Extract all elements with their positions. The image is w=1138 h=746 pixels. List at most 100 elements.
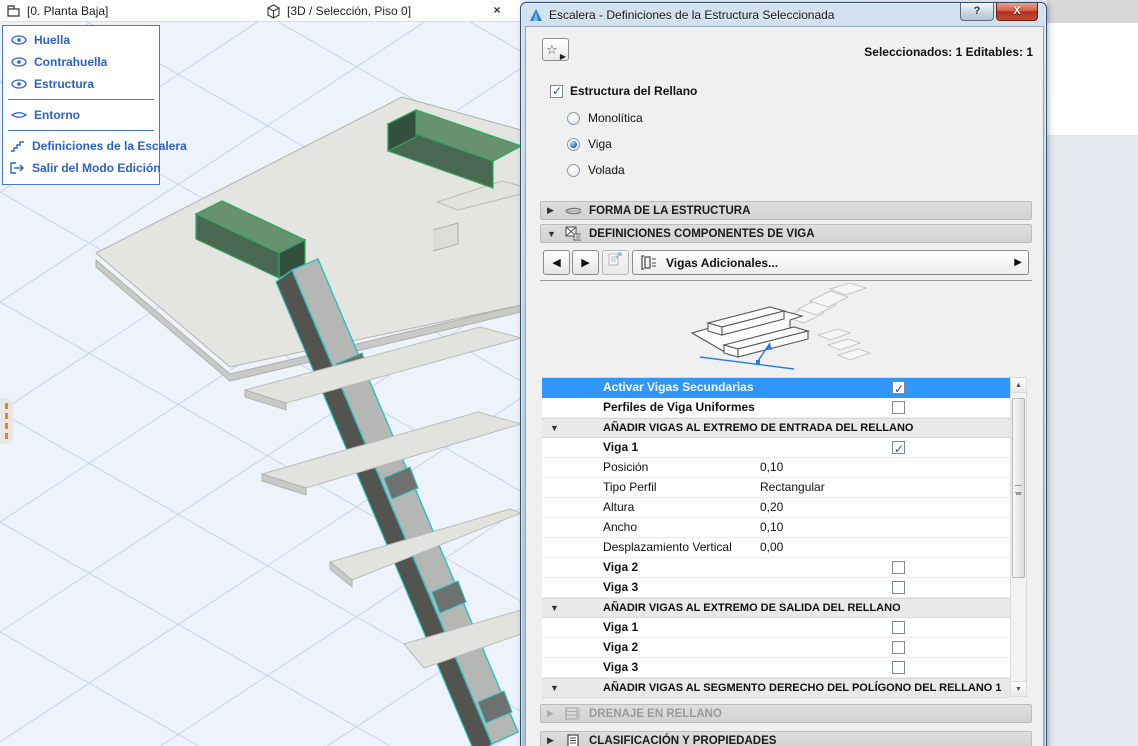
table-row[interactable]: Tipo Perfil Rectangular bbox=[542, 478, 1010, 498]
table-row[interactable]: Viga 1 bbox=[542, 438, 1010, 458]
stair-edit-menu: Huella Contrahuella Estructura Entorno D… bbox=[2, 25, 160, 185]
transfer-doc-icon bbox=[608, 251, 623, 267]
slab-shape-icon bbox=[565, 204, 581, 218]
row-label: Viga 2 bbox=[603, 558, 638, 577]
tab-close-icon[interactable]: × bbox=[489, 3, 505, 19]
section-forma-estructura[interactable]: ▶ FORMA DE LA ESTRUCTURA bbox=[540, 201, 1032, 220]
section-drenaje[interactable]: ▶ DRENAJE EN RELLANO bbox=[540, 704, 1032, 723]
star-icon: ☆ bbox=[546, 42, 558, 57]
row-value[interactable]: 0,10 bbox=[760, 458, 783, 477]
section-clasificacion[interactable]: ▶ CLASIFICACIÓN Y PROPIEDADES bbox=[540, 731, 1032, 746]
tab-3d-seleccion[interactable]: [3D / Selección, Piso 0] bbox=[266, 0, 411, 22]
dialog-body: ☆ ▶ Seleccionados: 1 Editables: 1 Estruc… bbox=[525, 26, 1044, 746]
favorites-button[interactable]: ☆ ▶ bbox=[542, 38, 569, 61]
document-icon bbox=[565, 734, 581, 746]
cube-icon bbox=[266, 4, 281, 19]
table-row[interactable]: Viga 1 bbox=[542, 618, 1010, 638]
expanded-triangle-icon[interactable]: ▼ bbox=[550, 599, 559, 618]
row-checkbox[interactable] bbox=[892, 581, 905, 594]
table-row[interactable]: Viga 2 bbox=[542, 638, 1010, 658]
prev-component-button[interactable]: ◀ bbox=[543, 250, 570, 275]
table-row[interactable]: Posición0,10 bbox=[542, 458, 1010, 478]
menu-item-estructura[interactable]: Estructura bbox=[3, 73, 159, 95]
row-checkbox[interactable] bbox=[892, 661, 905, 674]
table-row[interactable]: Viga 3 bbox=[542, 658, 1010, 678]
menu-item-salir-modo-edicion[interactable]: Salir del Modo Edición bbox=[3, 157, 159, 179]
table-row[interactable]: Ancho 0,10 bbox=[542, 518, 1010, 538]
collapsed-triangle-icon: ▶ bbox=[547, 708, 557, 719]
table-group-row[interactable]: ▼AÑADIR VIGAS AL EXTREMO DE SALIDA DEL R… bbox=[542, 598, 1010, 618]
row-checkbox[interactable] bbox=[892, 621, 905, 634]
table-row[interactable]: Perfiles de Viga Uniformes bbox=[542, 398, 1010, 418]
row-label: AÑADIR VIGAS AL EXTREMO DE ENTRADA DEL R… bbox=[603, 419, 913, 438]
table-row[interactable]: Viga 3 bbox=[542, 578, 1010, 598]
transfer-settings-button[interactable] bbox=[602, 250, 629, 275]
row-label: Tipo Perfil bbox=[603, 478, 657, 497]
eye-closed-icon bbox=[10, 110, 27, 120]
row-label: Viga 3 bbox=[603, 578, 638, 597]
scroll-thumb[interactable] bbox=[1012, 398, 1025, 578]
menu-item-entorno[interactable]: Entorno bbox=[3, 104, 159, 126]
row-label: Viga 1 bbox=[603, 618, 638, 637]
table-row[interactable]: Desplazamiento Vertical0,00 bbox=[542, 538, 1010, 558]
menu-item-contrahuella[interactable]: Contrahuella bbox=[3, 51, 159, 73]
menu-separator bbox=[8, 130, 154, 131]
dialog-title: Escalera - Definiciones de la Estructura… bbox=[549, 8, 834, 22]
row-label: Viga 1 bbox=[603, 438, 638, 457]
row-checkbox[interactable] bbox=[892, 641, 905, 654]
table-scrollbar[interactable]: ▲ ▼ bbox=[1010, 377, 1027, 697]
row-label: Perfiles de Viga Uniformes bbox=[603, 398, 755, 417]
collapsed-triangle-icon: ▶ bbox=[547, 205, 557, 216]
application-window: Huella Contrahuella Estructura Entorno D… bbox=[0, 0, 1138, 746]
table-group-row[interactable]: ▼ AÑADIR VIGAS AL EXTREMO DE ENTRADA DEL … bbox=[542, 418, 1010, 438]
menu-item-huella[interactable]: Huella bbox=[3, 29, 159, 51]
table-row[interactable]: Activar Vigas Secundarias bbox=[542, 378, 1010, 398]
row-value[interactable]: 0,20 bbox=[760, 498, 783, 517]
next-component-button[interactable]: ▶ bbox=[572, 250, 599, 275]
dialog-titlebar[interactable]: Escalera - Definiciones de la Estructura… bbox=[521, 3, 1046, 26]
radio-icon[interactable] bbox=[567, 112, 580, 125]
help-button[interactable]: ? bbox=[960, 3, 994, 21]
row-label: AÑADIR VIGAS AL SEGMENTO DERECHO DEL POL… bbox=[603, 679, 1002, 698]
expanded-triangle-icon[interactable]: ▼ bbox=[550, 419, 559, 438]
stair-structure-settings-dialog: Escalera - Definiciones de la Estructura… bbox=[520, 2, 1047, 746]
palette-handle[interactable] bbox=[0, 398, 13, 444]
row-checkbox[interactable] bbox=[892, 561, 905, 574]
row-checkbox[interactable] bbox=[892, 381, 905, 394]
collapsed-triangle-icon: ▶ bbox=[547, 735, 557, 746]
component-selector[interactable]: Vigas Adicionales... ▶ bbox=[632, 250, 1029, 275]
row-checkbox[interactable] bbox=[892, 401, 905, 414]
close-button[interactable]: X bbox=[996, 3, 1038, 21]
beam-preview-diagram bbox=[644, 283, 930, 375]
scroll-down-icon[interactable]: ▼ bbox=[1011, 681, 1026, 696]
exit-door-icon bbox=[10, 162, 25, 174]
scroll-up-icon[interactable]: ▲ bbox=[1011, 378, 1026, 393]
section-definiciones-componentes[interactable]: ▼ DEFINICIONES COMPONENTES DE VIGA bbox=[540, 224, 1032, 243]
table-row[interactable]: Altura0,20 bbox=[542, 498, 1010, 518]
landing-structure-checkbox-row[interactable]: Estructura del Rellano bbox=[550, 84, 697, 98]
beam-profile-icon bbox=[641, 255, 658, 270]
row-value[interactable]: 0,00 bbox=[760, 538, 783, 557]
palette-handle-stripe bbox=[5, 403, 8, 439]
row-value[interactable]: Rectangular bbox=[760, 478, 825, 497]
menu-item-definiciones-escalera[interactable]: Definiciones de la Escalera bbox=[3, 135, 159, 157]
radio-icon[interactable] bbox=[567, 164, 580, 177]
row-label: Ancho bbox=[603, 518, 637, 537]
tab-planta-baja[interactable]: [0. Planta Baja] bbox=[6, 0, 108, 22]
expanded-triangle-icon[interactable]: ▼ bbox=[550, 679, 559, 698]
menu-separator bbox=[8, 99, 154, 100]
row-checkbox[interactable] bbox=[892, 441, 905, 454]
eye-icon bbox=[10, 79, 27, 89]
radio-monolitica[interactable]: Monolítica bbox=[567, 111, 643, 125]
landing-structure-checkbox[interactable] bbox=[550, 85, 563, 98]
radio-volada[interactable]: Volada bbox=[567, 163, 625, 177]
archicad-app-icon bbox=[529, 8, 543, 22]
radio-selected-icon[interactable] bbox=[567, 138, 580, 151]
row-value[interactable]: 0,10 bbox=[760, 518, 783, 537]
table-row[interactable]: Viga 2 bbox=[542, 558, 1010, 578]
chevron-right-icon: ▶ bbox=[560, 46, 566, 67]
selection-status: Seleccionados: 1 Editables: 1 bbox=[864, 45, 1033, 59]
table-group-row[interactable]: ▼ AÑADIR VIGAS AL SEGMENTO DERECHO DEL PO… bbox=[542, 678, 1010, 698]
radio-viga[interactable]: Viga bbox=[567, 137, 612, 151]
beam-components-icon bbox=[565, 227, 581, 241]
